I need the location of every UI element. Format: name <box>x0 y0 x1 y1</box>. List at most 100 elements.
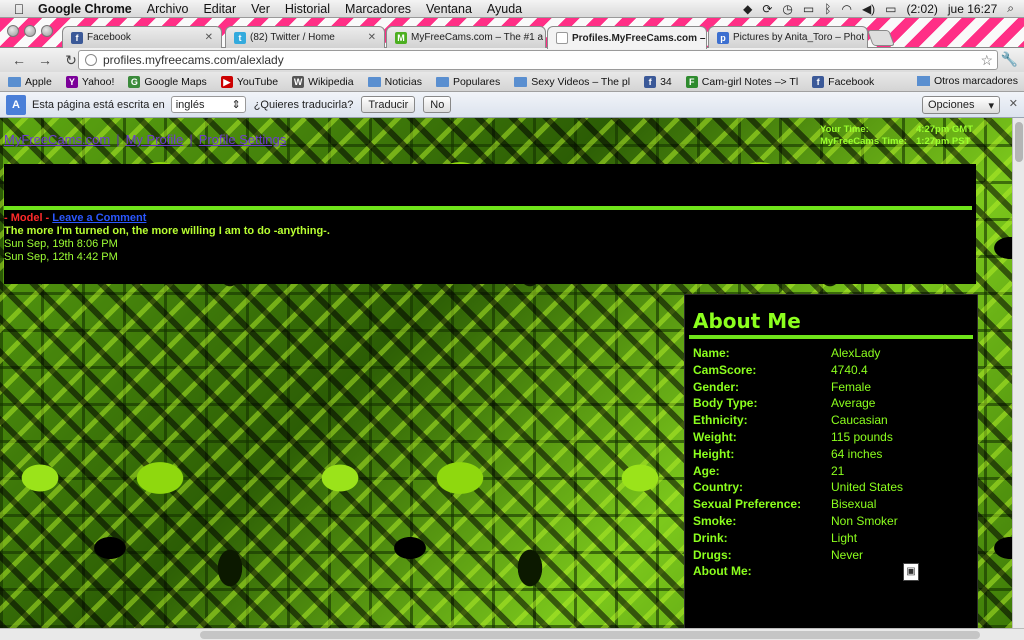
about-row-sexual-preference: Sexual Preference: Bisexual <box>693 496 903 513</box>
no-translate-button[interactable]: No <box>423 96 452 113</box>
folder-icon <box>8 76 21 87</box>
bookmark-facebook[interactable]: f Facebook <box>812 75 874 88</box>
tab-facebook[interactable]: f Facebook ✕ <box>62 26 222 48</box>
about-row-about-me: About Me: <box>693 563 903 580</box>
url-text[interactable]: profiles.myfreecams.com/alexlady <box>103 53 284 67</box>
divider <box>689 335 973 339</box>
bookmark-google-maps[interactable]: G Google Maps <box>128 75 207 88</box>
tab-myfreecams[interactable]: M MyFreeCams.com – The #1 a ✕ <box>386 26 546 48</box>
field-value: United States <box>831 480 904 495</box>
display-icon[interactable]: ▭ <box>803 2 814 16</box>
bookmark-sexy-videos[interactable]: Sexy Videos – The pl <box>514 76 630 88</box>
language-select[interactable]: inglés ⇕ <box>170 96 246 113</box>
menu-historial[interactable]: Historial <box>285 2 330 16</box>
menubar-status-area: ◆ ⟳ ◷ ▭ ᛒ ◠ ◀) ▭ (2:02) jue 16:27 ⌕ <box>743 1 1024 16</box>
field-value: Average <box>831 396 876 411</box>
bookmark-wikipedia[interactable]: W Wikipedia <box>292 75 354 88</box>
close-infobar-icon[interactable]: ✕ <box>1009 97 1018 110</box>
menu-ayuda[interactable]: Ayuda <box>487 2 522 16</box>
bookmark-youtube[interactable]: ▶ YouTube <box>220 75 278 88</box>
about-row-ethnicity: Ethnicity: Caucasian <box>693 412 903 429</box>
profile-settings-link[interactable]: Profile Settings <box>199 132 286 147</box>
spotlight-search-icon[interactable]: ⌕ <box>1007 1 1014 16</box>
minimize-window-button[interactable] <box>24 25 36 37</box>
page-viewport: MyFreeCams.com | My Profile | Profile Se… <box>0 118 1012 628</box>
selected-language: inglés <box>175 98 205 111</box>
facebook-favicon-icon: f <box>71 31 83 44</box>
close-window-button[interactable] <box>7 25 19 37</box>
mfc-time-value: 1:27pm PST <box>916 136 971 147</box>
volume-icon[interactable]: ◀) <box>862 2 875 16</box>
menu-archivo[interactable]: Archivo <box>147 2 189 16</box>
bookmark-apple[interactable]: Apple <box>8 76 52 88</box>
sync-icon[interactable]: ⟳ <box>762 2 772 16</box>
google-maps-favicon-icon: G <box>128 75 141 88</box>
field-value: Female <box>831 379 872 394</box>
field-value: Caucasian <box>831 413 888 428</box>
leave-comment-link[interactable]: Leave a Comment <box>52 212 146 224</box>
back-arrow-icon[interactable]: ← <box>8 52 30 68</box>
tab-pictures[interactable]: p Pictures by Anita_Toro – Phot ✕ <box>708 26 868 48</box>
translate-button[interactable]: Traducir <box>361 96 416 113</box>
field-label: Weight: <box>693 429 737 444</box>
other-bookmarks[interactable]: Otros marcadores <box>916 75 1018 87</box>
field-label: Gender: <box>693 379 740 394</box>
about-row-drugs: Drugs: Never <box>693 547 903 564</box>
bookmark-facebook-34[interactable]: f 34 <box>644 75 672 88</box>
menu-ventana[interactable]: Ventana <box>426 2 472 16</box>
dropbox-icon[interactable]: ◆ <box>743 2 752 16</box>
close-tab-icon[interactable]: ✕ <box>201 32 213 43</box>
bookmark-star-icon[interactable]: ☆ <box>980 52 993 69</box>
tab-title: Pictures by Anita_Toro – Phot <box>733 32 865 43</box>
bookmark-cam-girl-notes[interactable]: F Cam-girl Notes –> Tl <box>685 75 798 88</box>
time-machine-icon[interactable]: ◷ <box>782 2 792 16</box>
menubar-clock[interactable]: jue 16:27 <box>948 2 997 16</box>
your-time-label: Your Time: <box>820 124 869 135</box>
bluetooth-icon[interactable]: ᛒ <box>824 2 831 16</box>
menu-marcadores[interactable]: Marcadores <box>345 2 411 16</box>
close-tab-icon[interactable]: ✕ <box>364 32 376 43</box>
bookmark-yahoo[interactable]: Y Yahoo! <box>65 75 114 88</box>
home-link[interactable]: MyFreeCams.com <box>4 132 110 147</box>
browser-toolbar: ← → ↻ profiles.myfreecams.com/alexlady ☆… <box>0 48 1024 72</box>
broken-image-icon[interactable]: ▣ <box>903 563 919 581</box>
comments-panel: - Model - Leave a Comment The more I'm t… <box>4 164 976 284</box>
scrollbar-thumb[interactable] <box>200 631 980 639</box>
tab-profiles-active[interactable]: Profiles.MyFreeCams.com – A ✕ <box>547 26 707 49</box>
field-label: Age: <box>693 463 720 478</box>
my-profile-link[interactable]: My Profile <box>126 132 184 147</box>
field-value: 21 <box>831 463 845 478</box>
menu-ver[interactable]: Ver <box>251 2 270 16</box>
tab-twitter[interactable]: t (82) Twitter / Home ✕ <box>225 26 385 48</box>
bookmark-label: Populares <box>452 75 501 88</box>
tab-title: Profiles.MyFreeCams.com – A <box>572 32 707 44</box>
time-box: Your Time: 4:27pm GMT MyFreeCams Time: 1:2… <box>820 124 973 148</box>
field-value: 115 pounds <box>831 429 893 444</box>
horizontal-scrollbar[interactable] <box>0 628 1024 640</box>
translate-question: ¿Quieres traducirla? <box>253 98 354 111</box>
zoom-window-button[interactable] <box>41 25 53 37</box>
folder-icon <box>916 76 930 86</box>
translate-options-dropdown[interactable]: Opciones ▾ <box>922 96 1000 114</box>
wifi-icon[interactable]: ◠ <box>841 2 851 16</box>
field-label: Drugs: <box>693 547 732 562</box>
apple-menu-icon[interactable]:  <box>0 1 38 17</box>
chevron-down-icon: ▾ <box>988 99 994 112</box>
address-bar[interactable]: profiles.myfreecams.com/alexlady ☆ <box>78 50 998 70</box>
battery-icon[interactable]: ▭ <box>885 2 896 16</box>
forward-arrow-icon[interactable]: → <box>34 52 56 68</box>
facebook-favicon-icon: f <box>812 75 825 88</box>
comments-list: - Model - Leave a Comment The more I'm t… <box>4 212 330 264</box>
bookmark-populares[interactable]: Populares <box>435 75 501 88</box>
menu-editar[interactable]: Editar <box>203 2 236 16</box>
vertical-scrollbar[interactable] <box>1012 118 1024 628</box>
bookmark-noticias[interactable]: Noticias <box>367 76 422 88</box>
notes-favicon-icon: F <box>685 75 698 88</box>
battery-time[interactable]: (2:02) <box>907 2 938 16</box>
app-menu[interactable]: Google Chrome <box>38 2 132 16</box>
site-nav: MyFreeCams.com | My Profile | Profile Se… <box>4 132 286 147</box>
new-tab-button[interactable] <box>867 30 895 46</box>
scrollbar-thumb[interactable] <box>1015 122 1023 162</box>
globe-icon <box>85 54 97 66</box>
wrench-menu-icon[interactable]: 🔧 <box>1001 51 1018 68</box>
